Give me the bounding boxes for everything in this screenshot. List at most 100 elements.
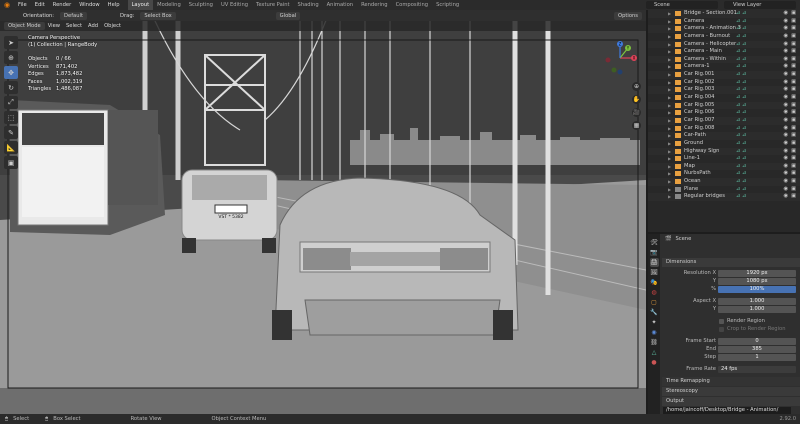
expand-triangle-icon[interactable]: ▶ — [668, 102, 671, 110]
render-camera-icon[interactable]: ▣ — [791, 193, 796, 201]
render-camera-icon[interactable]: ▣ — [791, 63, 796, 71]
expand-triangle-icon[interactable]: ▶ — [668, 155, 671, 163]
outliner-row[interactable]: ▶ Camera - Main ⊿ ⊿ ◉ ▣ — [648, 48, 800, 56]
expand-triangle-icon[interactable]: ▶ — [668, 79, 671, 87]
expand-triangle-icon[interactable]: ▶ — [668, 132, 671, 140]
menu-window[interactable]: Window — [75, 0, 103, 10]
visibility-eye-icon[interactable]: ◉ — [783, 10, 788, 18]
menu-select[interactable]: Select — [63, 21, 85, 31]
render-camera-icon[interactable]: ▣ — [791, 163, 796, 171]
menu-help[interactable]: Help — [104, 0, 124, 10]
expand-triangle-icon[interactable]: ▶ — [668, 163, 671, 171]
navigation-gizmo[interactable]: X Y Z — [600, 40, 640, 76]
visibility-eye-icon[interactable]: ◉ — [783, 155, 788, 163]
aspect-y-field[interactable]: 1.000 — [718, 306, 796, 313]
render-camera-icon[interactable]: ▣ — [791, 155, 796, 163]
outliner-row[interactable]: ▶ Camera ⊿ ⊿ ◉ ▣ — [648, 18, 800, 26]
visibility-eye-icon[interactable]: ◉ — [783, 41, 788, 49]
visibility-eye-icon[interactable]: ◉ — [783, 18, 788, 26]
resolution-y-field[interactable]: 1080 px — [718, 278, 796, 285]
transform-space-dropdown[interactable]: Global — [275, 11, 301, 20]
particles-tab-icon[interactable]: ✦ — [650, 318, 659, 327]
visibility-eye-icon[interactable]: ◉ — [783, 125, 788, 133]
outliner-row[interactable]: ▶ Plane ⊿ ⊿ ◉ ▣ — [648, 186, 800, 194]
frame-end-field[interactable]: 385 — [718, 346, 796, 353]
output-tab-icon[interactable]: 🖨 — [649, 258, 659, 267]
outliner-row[interactable]: ▶ Map ⊿ ⊿ ◉ ▣ — [648, 162, 800, 171]
render-camera-icon[interactable]: ▣ — [791, 186, 796, 194]
tab-texture-paint[interactable]: Texture Paint — [252, 0, 293, 10]
rotate-tool-icon[interactable]: ↻ — [4, 81, 18, 94]
expand-triangle-icon[interactable]: ▶ — [668, 56, 671, 64]
render-camera-icon[interactable]: ▣ — [791, 10, 796, 18]
frame-rate-dropdown[interactable]: 24 fps — [718, 366, 796, 373]
outliner-row[interactable]: ▶ Car Rig.006 ⊿ ⊿ ◉ ▣ — [648, 109, 800, 117]
tab-rendering[interactable]: Rendering — [357, 0, 392, 10]
visibility-eye-icon[interactable]: ◉ — [783, 94, 788, 102]
perspective-grid-icon[interactable]: ▦ — [632, 121, 641, 130]
render-camera-icon[interactable]: ▣ — [791, 86, 796, 94]
outliner-row[interactable]: ▶ Car Rig.001 ⊿ ⊿ ◉ ▣ — [648, 71, 800, 79]
visibility-eye-icon[interactable]: ◉ — [783, 117, 788, 125]
render-camera-icon[interactable]: ▣ — [791, 48, 796, 56]
outliner-row[interactable]: ▶ Line-1 ⊿ ⊿ ◉ ▣ — [648, 155, 800, 163]
menu-edit[interactable]: Edit — [31, 0, 49, 10]
tab-animation[interactable]: Animation — [323, 0, 357, 10]
blender-logo-icon[interactable]: ◉ — [0, 1, 14, 9]
tool-tab-icon[interactable]: 🛠 — [650, 238, 659, 247]
tab-modeling[interactable]: Modeling — [153, 0, 185, 10]
render-camera-icon[interactable]: ▣ — [791, 109, 796, 117]
expand-triangle-icon[interactable]: ▶ — [668, 41, 671, 49]
outliner-row[interactable]: ▶ Car Rig.004 ⊿ ⊿ ◉ ▣ — [648, 94, 800, 102]
visibility-eye-icon[interactable]: ◉ — [783, 86, 788, 94]
render-camera-icon[interactable]: ▣ — [791, 117, 796, 125]
data-tab-icon[interactable]: △ — [650, 348, 659, 357]
tab-scripting[interactable]: Scripting — [432, 0, 463, 10]
outliner-row[interactable]: ▶ Camera-1 ⊿ ⊿ ◉ ▣ — [648, 63, 800, 71]
move-tool-icon[interactable]: ✥ — [4, 66, 18, 79]
object-tab-icon[interactable]: ▢ — [650, 298, 659, 307]
aspect-x-field[interactable]: 1.000 — [718, 298, 796, 305]
menu-add[interactable]: Add — [85, 21, 101, 31]
outliner-row[interactable]: ▶ Highway Sign ⊿ ⊿ ◉ ▣ — [648, 147, 800, 156]
expand-triangle-icon[interactable]: ▶ — [668, 94, 671, 102]
menu-file[interactable]: File — [14, 0, 31, 10]
scene-tab-icon[interactable]: 🎭 — [650, 278, 659, 287]
annotate-tool-icon[interactable]: ✎ — [4, 126, 18, 139]
expand-triangle-icon[interactable]: ▶ — [668, 71, 671, 79]
render-camera-icon[interactable]: ▣ — [791, 71, 796, 79]
mode-dropdown[interactable]: Object Mode — [4, 22, 45, 30]
view-layer-tab-icon[interactable]: 🖼 — [650, 268, 659, 277]
resolution-x-field[interactable]: 1920 px — [718, 270, 796, 277]
output-path-field[interactable]: /home/jaincoff/Desktop/Bridge - Animatio… — [663, 407, 791, 414]
visibility-eye-icon[interactable]: ◉ — [783, 170, 788, 178]
tab-sculpting[interactable]: Sculpting — [185, 0, 217, 10]
add-cube-tool-icon[interactable]: ▣ — [4, 156, 18, 169]
pan-hand-icon[interactable]: ✋ — [632, 95, 641, 104]
visibility-eye-icon[interactable]: ◉ — [783, 48, 788, 56]
expand-triangle-icon[interactable]: ▶ — [668, 18, 671, 26]
visibility-eye-icon[interactable]: ◉ — [783, 186, 788, 194]
constraints-tab-icon[interactable]: ⛓ — [650, 338, 659, 347]
expand-triangle-icon[interactable]: ▶ — [668, 140, 671, 148]
render-camera-icon[interactable]: ▣ — [791, 148, 796, 156]
resolution-percent-field[interactable]: 100% — [718, 286, 796, 293]
frame-start-field[interactable]: 0 — [718, 338, 796, 345]
outliner-row[interactable]: ▶ NurbsPath ⊿ ⊿ ◉ ▣ — [648, 170, 800, 178]
visibility-eye-icon[interactable]: ◉ — [783, 56, 788, 64]
outliner-row[interactable]: ▶ Ocean ⊿ ⊿ ◉ ▣ — [648, 178, 800, 186]
expand-triangle-icon[interactable]: ▶ — [668, 178, 671, 186]
visibility-eye-icon[interactable]: ◉ — [783, 71, 788, 79]
stereoscopy-panel-header[interactable]: Stereoscopy — [662, 387, 800, 396]
outliner-row[interactable]: ▶ Camera - Helicopter ⊿ ⊿ ◉ ▣ — [648, 40, 800, 49]
outliner-row[interactable]: ▶ Car Rig.007 ⊿ ⊿ ◉ ▣ — [648, 116, 800, 125]
crop-region-checkbox[interactable] — [719, 327, 724, 332]
physics-tab-icon[interactable]: ◉ — [650, 328, 659, 337]
menu-object[interactable]: Object — [101, 21, 124, 31]
cursor-tool-icon[interactable]: ⊕ — [4, 51, 18, 64]
visibility-eye-icon[interactable]: ◉ — [783, 109, 788, 117]
outliner-row[interactable]: ▶ Regular bridges ⊿ ⊿ ◉ ▣ — [648, 193, 800, 202]
visibility-eye-icon[interactable]: ◉ — [783, 33, 788, 41]
render-camera-icon[interactable]: ▣ — [791, 170, 796, 178]
render-camera-icon[interactable]: ▣ — [791, 25, 796, 33]
